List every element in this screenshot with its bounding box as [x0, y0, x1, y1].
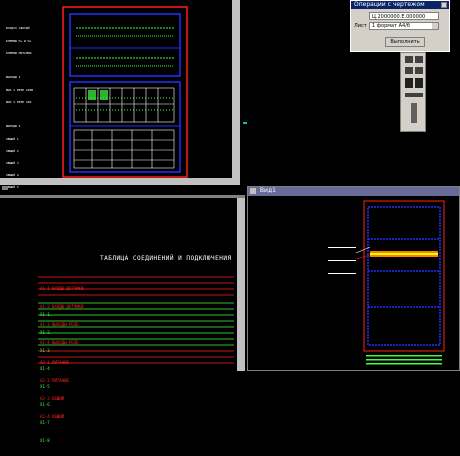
format-select[interactable]: 1 формат А4/б — [369, 22, 439, 30]
horizontal-scrollbar[interactable] — [0, 178, 240, 185]
label: ОБЩИЙ 4 — [6, 173, 19, 177]
vertical-scrollbar[interactable] — [232, 0, 240, 178]
left-labels: ВОЗДУХ СЖАТЫЙ КЛЕММЫ П+ И Н+ КЛЕММЫ ПИТА… — [6, 18, 58, 197]
connector-icon[interactable] — [415, 67, 423, 74]
table-row: Х1-2 — [40, 330, 50, 335]
sheet-label: Лист — [354, 23, 367, 29]
bottom-left-window: ТАБЛИЦА СОЕДИНЕНИЙ И ПОДКЛЮЧЕНИЯ А1-1 ВХ… — [0, 195, 245, 443]
table-row: А2-4 ОБЩИЙ — [40, 414, 65, 419]
label: ОБЩИЙ 1 — [6, 137, 19, 141]
label: КЛЕММЫ ПИТАНИЯ — [6, 51, 32, 55]
format-select-value: 1 формат А4/б — [372, 23, 410, 29]
drawing-operations-dialog: Операции с чертежом Ц.2000000.Е.000000 Л… — [350, 0, 450, 52]
sheet-field[interactable]: Ц.2000000.Е.000000 — [369, 12, 439, 20]
window-icon — [250, 188, 256, 194]
grid-icon[interactable] — [405, 78, 413, 88]
cursor-marker — [243, 122, 247, 124]
terminal-strip — [370, 253, 438, 255]
table-row: Х1-1 — [40, 312, 50, 317]
label: ВЫХ 1 РЕЛЕ 220В — [6, 88, 34, 92]
resize-handle-icon[interactable] — [2, 186, 8, 190]
table-row: А2-3 ОБЩИЙ — [40, 396, 65, 401]
label: ВОЗДУХ СЖАТЫЙ — [6, 26, 30, 30]
label: ВЫХ 2 РЕЛЕ 24В — [6, 100, 32, 104]
table-row: А2-1 ПИТАНИЕ — [40, 360, 69, 365]
dialog-close-button[interactable] — [441, 2, 447, 8]
column-icon[interactable] — [411, 103, 417, 123]
tool-palette — [400, 52, 426, 132]
lines-icon[interactable] — [405, 93, 423, 97]
table-row: А1-1 ВХОДЫ-ДАТЧИКИ — [40, 286, 84, 291]
window-title: Вид1 — [259, 187, 276, 194]
bottom-right-window: Вид1 — [247, 186, 460, 371]
red-rows-bottom: А2-1 ПИТАНИЕ А2-2 ПИТАНИЕ А2-3 ОБЩИЙ А2-… — [40, 348, 69, 432]
window-titlebar: Вид1 — [248, 187, 459, 196]
label: ОБЩИЙ 5 — [6, 185, 19, 189]
vertical-scrollbar[interactable] — [237, 198, 245, 371]
label: ВЫХОДЫ 2 — [6, 124, 21, 128]
table-row: Х1-8 — [40, 438, 50, 443]
pointer-icon[interactable] — [405, 67, 413, 74]
chevron-down-icon — [432, 23, 438, 29]
top-left-window: ВОЗДУХ СЖАТЫЙ КЛЕММЫ П+ И Н+ КЛЕММЫ ПИТА… — [0, 0, 240, 189]
execute-button[interactable]: Выполнить — [385, 37, 425, 47]
text-icon[interactable] — [415, 78, 423, 88]
dialog-title: Операции с чертежом — [351, 1, 449, 9]
callout-text — [328, 260, 356, 261]
label: ВЫХОДЫ 1 — [6, 75, 21, 79]
cabinet-layout — [355, 200, 445, 365]
table-row: А2-2 ПИТАНИЕ — [40, 378, 69, 383]
label: КЛЕММЫ П+ И Н+ — [6, 39, 32, 43]
callout-labels — [328, 237, 356, 284]
sheets-icon[interactable] — [415, 56, 423, 63]
callout-text — [328, 273, 356, 274]
label: ОБЩИЙ 3 — [6, 161, 19, 165]
copy-icon[interactable] — [405, 56, 413, 63]
callout-text — [328, 247, 356, 248]
table-heading: ТАБЛИЦА СОЕДИНЕНИЙ И ПОДКЛЮЧЕНИЯ — [100, 255, 232, 262]
cabinet-schematic — [62, 6, 188, 178]
window-top-border — [0, 195, 245, 198]
label: ОБЩИЙ 2 — [6, 149, 19, 153]
